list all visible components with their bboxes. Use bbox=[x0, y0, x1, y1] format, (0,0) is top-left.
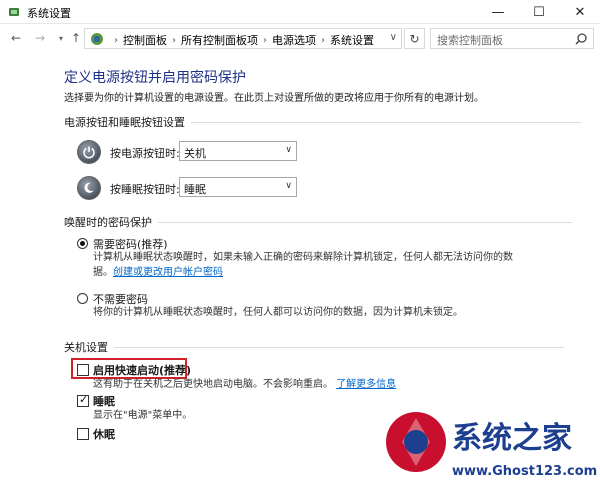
breadcrumb-item[interactable]: 系统设置 bbox=[330, 32, 374, 48]
minimize-button[interactable]: — bbox=[478, 0, 518, 24]
power-options-icon bbox=[9, 8, 19, 16]
hibernate-checkbox[interactable] bbox=[77, 428, 89, 440]
watermark-logo: 系统之家 www.Ghost123.com bbox=[386, 412, 597, 479]
chevron-down-icon: ∨ bbox=[285, 145, 292, 155]
description-text: 这有助于在关机之后更快地启动电脑。不会影响重启。 bbox=[93, 379, 333, 390]
section-header-wake-password: 唤醒时的密码保护 bbox=[64, 214, 572, 230]
sleep-label[interactable]: 睡眠 bbox=[93, 393, 115, 409]
window-title: 系统设置 bbox=[27, 7, 71, 20]
back-button[interactable]: ← bbox=[8, 30, 24, 46]
close-button[interactable]: ✕ bbox=[560, 0, 600, 24]
section-title: 电源按钮和睡眠按钮设置 bbox=[64, 116, 185, 129]
section-header-shutdown: 关机设置 bbox=[64, 339, 564, 355]
watermark-url: www.Ghost123.com bbox=[452, 464, 597, 479]
section-divider bbox=[158, 221, 572, 223]
forward-button[interactable]: → bbox=[32, 30, 48, 46]
navigation-bar: ← → ▾ ↑ › 控制面板 › 所有控制面板项 › 电源选项 › 系统设置 ∨… bbox=[0, 24, 600, 52]
breadcrumb-item[interactable]: 控制面板 bbox=[123, 32, 167, 48]
highlight-box bbox=[71, 358, 187, 379]
page-description: 选择要为你的计算机设置的电源设置。在此页上对设置所做的更改将应用于你所有的电源计… bbox=[64, 93, 484, 104]
chevron-down-icon: ∨ bbox=[285, 181, 292, 191]
create-password-link[interactable]: 创建或更改用户帐户密码 bbox=[113, 267, 223, 278]
sleep-button-icon bbox=[77, 176, 101, 200]
watermark-brand: 系统之家 bbox=[452, 421, 572, 456]
section-divider bbox=[114, 346, 564, 348]
breadcrumb-separator[interactable]: › bbox=[321, 35, 325, 46]
no-password-description: 将你的计算机从睡眠状态唤醒时，任何人都可以访问你的数据，因为计算机未锁定。 bbox=[93, 307, 463, 318]
up-button[interactable]: ↑ bbox=[68, 30, 84, 46]
chevron-down-icon[interactable]: ∨ bbox=[390, 32, 397, 43]
learn-more-link[interactable]: 了解更多信息 bbox=[336, 379, 396, 390]
watermark: 系统之家 www.Ghost123.com bbox=[382, 390, 600, 484]
require-password-description: 计算机从睡眠状态唤醒时，如果未输入正确的密码来解除计算机锁定，任何人都无法访问你… bbox=[93, 252, 513, 263]
breadcrumb-separator[interactable]: › bbox=[172, 35, 176, 46]
sleep-button-row: 按睡眠按钮时: 睡眠 ∨ bbox=[77, 176, 297, 200]
maximize-button[interactable]: ☐ bbox=[519, 0, 559, 24]
search-input[interactable]: 搜索控制面板 bbox=[430, 28, 594, 49]
section-divider bbox=[191, 121, 581, 123]
sleep-button-label: 按睡眠按钮时: bbox=[110, 183, 180, 196]
breadcrumb-item[interactable]: 电源选项 bbox=[272, 32, 316, 48]
refresh-button[interactable]: ↻ bbox=[404, 28, 425, 49]
search-placeholder: 搜索控制面板 bbox=[437, 34, 503, 47]
no-password-radio[interactable] bbox=[77, 293, 88, 304]
require-password-description-cont: 据。创建或更改用户帐户密码 bbox=[93, 265, 223, 280]
search-icon[interactable] bbox=[574, 32, 588, 46]
section-title: 唤醒时的密码保护 bbox=[64, 216, 152, 229]
sleep-button-select[interactable]: 睡眠 ∨ bbox=[179, 177, 297, 197]
power-button-icon bbox=[77, 140, 101, 164]
address-bar[interactable]: › 控制面板 › 所有控制面板项 › 电源选项 › 系统设置 ∨ bbox=[84, 28, 402, 49]
select-value: 关机 bbox=[184, 147, 206, 160]
title-bar: 系统设置 — ☐ ✕ bbox=[0, 0, 600, 24]
select-value: 睡眠 bbox=[184, 183, 206, 196]
fast-startup-description: 这有助于在关机之后更快地启动电脑。不会影响重启。 了解更多信息 bbox=[93, 377, 396, 392]
sleep-description: 显示在"电源"菜单中。 bbox=[93, 410, 193, 421]
control-panel-icon bbox=[91, 33, 103, 45]
breadcrumb: › 控制面板 › 所有控制面板项 › 电源选项 › 系统设置 bbox=[109, 32, 374, 48]
sleep-checkbox[interactable] bbox=[77, 393, 89, 407]
power-button-label: 按电源按钮时: bbox=[110, 147, 180, 160]
section-header-power-buttons: 电源按钮和睡眠按钮设置 bbox=[64, 114, 581, 130]
require-password-radio[interactable] bbox=[77, 238, 88, 249]
power-button-row: 按电源按钮时: 关机 ∨ bbox=[77, 140, 297, 164]
recent-locations-button[interactable]: ▾ bbox=[53, 30, 69, 46]
page-title: 定义电源按钮并启用密码保护 bbox=[64, 70, 246, 86]
description-text: 据。 bbox=[93, 267, 113, 278]
breadcrumb-separator[interactable]: › bbox=[263, 35, 267, 46]
power-button-select[interactable]: 关机 ∨ bbox=[179, 141, 297, 161]
breadcrumb-item[interactable]: 所有控制面板项 bbox=[181, 32, 258, 48]
section-title: 关机设置 bbox=[64, 341, 108, 354]
breadcrumb-separator: › bbox=[114, 34, 118, 46]
hibernate-label[interactable]: 休眠 bbox=[93, 426, 115, 442]
